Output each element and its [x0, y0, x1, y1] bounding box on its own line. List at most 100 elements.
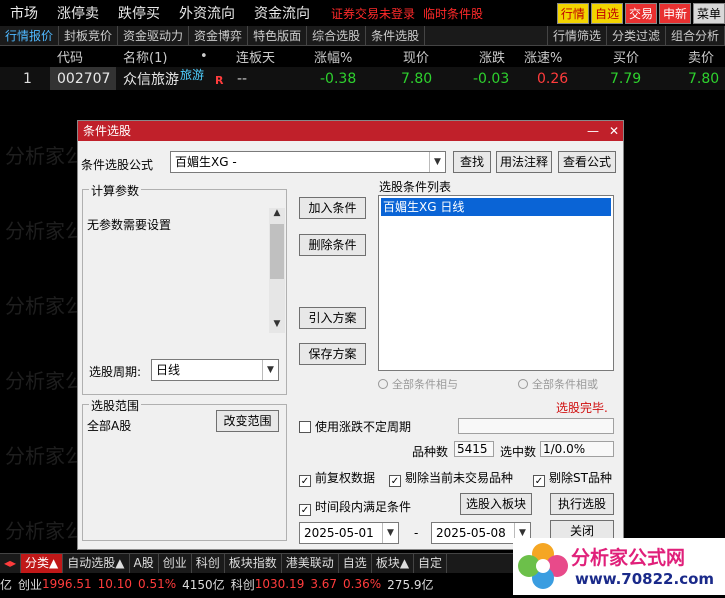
star-label: 科创 — [230, 577, 255, 592]
chevron-up-icon[interactable]: ▲ — [270, 208, 284, 222]
col-change[interactable]: 涨跌 — [479, 47, 505, 66]
trade-button[interactable]: 交易 — [624, 3, 657, 24]
bottom-tab-category[interactable]: 分类▲ — [21, 554, 64, 573]
radio-or[interactable]: 全部条件相或 — [518, 376, 598, 392]
uncertain-period-field[interactable] — [458, 418, 614, 434]
menu-foreign-flow[interactable]: 外资流向 — [169, 3, 244, 23]
ipo-button[interactable]: 申新 — [658, 3, 691, 24]
logo-text: 分析家公式网 — [571, 547, 686, 569]
params-group: 计算参数 无参数需要设置 ▲ ▼ 选股周期: 日线 ▼ — [82, 182, 287, 395]
find-button[interactable]: 查找 — [453, 151, 491, 173]
chevron-down-icon[interactable]: ▼ — [382, 523, 398, 543]
col-lianban[interactable]: 连板天 — [236, 47, 275, 66]
gem-value: 1996.51 — [42, 577, 92, 591]
tab-comprehensive-pick[interactable]: 综合选股 — [307, 25, 367, 46]
exclude-st-checkbox[interactable]: ✓ 剔除ST品种 — [533, 469, 612, 487]
nav-arrows-icon[interactable]: ◂▸ — [0, 554, 22, 573]
col-speed[interactable]: 涨速% — [524, 47, 562, 66]
tab-capital-game[interactable]: 资金博弈 — [189, 25, 249, 46]
col-ask[interactable]: 卖价 — [688, 47, 714, 66]
star-amount: 275.9亿 — [387, 577, 434, 592]
date-from-picker[interactable]: 2025-05-01 ▼ — [299, 522, 399, 544]
menu-limit-down-buy[interactable]: 跌停买 — [108, 3, 169, 23]
change-range-button[interactable]: 改变范围 — [216, 410, 279, 432]
add-condition-button[interactable]: 加入条件 — [299, 197, 366, 219]
minimize-icon[interactable]: — — [587, 121, 599, 141]
uncertain-period-label: 使用涨跌不定周期 — [315, 420, 412, 434]
condition-list[interactable]: 百媚生XG 日线 — [378, 195, 614, 371]
chevron-down-icon[interactable]: ▼ — [429, 152, 445, 172]
radio-and[interactable]: 全部条件相与 — [378, 376, 458, 392]
scroll-thumb[interactable] — [270, 224, 284, 279]
flower-logo-icon — [518, 543, 568, 589]
bottom-tab-sector-index[interactable]: 板块指数 — [225, 554, 282, 573]
bottom-tab-auto-pick[interactable]: 自动选股▲ — [63, 554, 130, 573]
col-price[interactable]: 现价 — [403, 47, 429, 66]
execute-button[interactable]: 执行选股 — [550, 493, 614, 515]
col-code[interactable]: 代码 — [57, 47, 83, 66]
tab-quote-filter[interactable]: 行情筛选 — [546, 26, 607, 46]
fuquan-checkbox[interactable]: ✓ 前复权数据 — [299, 469, 375, 487]
tab-seal-bidding[interactable]: 封板竞价 — [59, 25, 119, 46]
menu-limit-up-sell[interactable]: 涨停卖 — [47, 3, 108, 23]
table-row[interactable]: 1 002707 众信旅游 旅游 R -- -0.38 7.80 -0.03 0… — [0, 67, 725, 90]
close-icon[interactable]: ✕ — [609, 121, 619, 141]
col-bid[interactable]: 买价 — [613, 47, 639, 66]
menu-bar: 市场 涨停卖 跌停买 外资流向 资金流向 证券交易未登录 临时条件股 行情 自选… — [0, 0, 725, 26]
col-change-pct[interactable]: 涨幅% — [314, 47, 352, 66]
bottom-tab-a-share[interactable]: A股 — [130, 554, 159, 573]
bottom-tab-gem[interactable]: 创业 — [159, 554, 192, 573]
list-item[interactable]: 百媚生XG 日线 — [381, 198, 611, 216]
to-block-button[interactable]: 选股入板块 — [460, 493, 532, 515]
formula-select[interactable]: 百媚生XG - ▼ — [170, 151, 446, 173]
bottom-tab-custom[interactable]: 自定 — [414, 554, 448, 573]
col-dot[interactable]: • — [200, 49, 208, 64]
period-select[interactable]: 日线 ▼ — [151, 359, 279, 381]
range-title: 选股范围 — [89, 397, 142, 414]
view-formula-button[interactable]: 查看公式 — [558, 151, 616, 173]
bottom-tab-watchlist[interactable]: 自选 — [339, 554, 372, 573]
row-name: 众信旅游 — [123, 71, 179, 88]
list-title: 选股条件列表 — [379, 180, 452, 194]
import-scheme-button[interactable]: 引入方案 — [299, 307, 366, 329]
bottom-tab-star[interactable]: 科创 — [192, 554, 225, 573]
params-scrollbar[interactable]: ▲ ▼ — [269, 208, 285, 333]
radio-dot — [518, 379, 528, 389]
logo-url: www.70822.com — [575, 570, 715, 588]
bottom-tab-sector[interactable]: 板块▲ — [372, 554, 415, 573]
chevron-down-icon[interactable]: ▼ — [270, 319, 284, 333]
radio-or-label: 全部条件相或 — [532, 378, 598, 391]
formula-label: 条件选股公式 — [81, 158, 154, 172]
star-change: 3.67 — [310, 577, 338, 591]
login-warning: 证券交易未登录 — [331, 6, 416, 21]
period-condition-checkbox[interactable]: ✓ 时间段内满足条件 — [299, 498, 411, 516]
menu-market[interactable]: 市场 — [0, 3, 47, 23]
period-label: 选股周期: — [89, 365, 142, 379]
row-speed: 0.26 — [537, 70, 569, 87]
period-value: 日线 — [156, 363, 181, 377]
tab-category-filter[interactable]: 分类过滤 — [607, 26, 666, 46]
fuquan-label: 前复权数据 — [315, 471, 376, 485]
period-condition-label: 时间段内满足条件 — [315, 500, 412, 514]
watchlist-button[interactable]: 自选 — [590, 3, 623, 24]
chevron-down-icon[interactable]: ▼ — [262, 360, 278, 380]
usage-button[interactable]: 用法注释 — [496, 151, 552, 173]
row-change-pct: -0.38 — [320, 70, 357, 87]
quote-button[interactable]: 行情 — [556, 3, 589, 24]
delete-condition-button[interactable]: 删除条件 — [299, 234, 366, 256]
menu-capital-flow[interactable]: 资金流向 — [244, 3, 319, 23]
status-text: 选股完毕. — [556, 401, 608, 415]
col-name[interactable]: 名称(1) — [123, 47, 167, 66]
bottom-tab-hk-us[interactable]: 港美联动 — [282, 554, 339, 573]
tab-quotes[interactable]: 行情报价 — [0, 25, 60, 46]
tab-portfolio-analysis[interactable]: 组合分析 — [666, 26, 725, 46]
tab-capital-drive[interactable]: 资金驱动力 — [118, 25, 190, 46]
exclude-untraded-checkbox[interactable]: ✓ 剔除当前未交易品种 — [389, 469, 513, 487]
exclude-st-label: 剔除ST品种 — [549, 471, 612, 485]
tab-feature-layout[interactable]: 特色版面 — [248, 25, 308, 46]
tab-condition-pick[interactable]: 条件选股 — [366, 25, 426, 46]
save-scheme-button[interactable]: 保存方案 — [299, 343, 366, 365]
uncertain-period-checkbox[interactable]: 使用涨跌不定周期 — [299, 418, 411, 435]
params-title: 计算参数 — [89, 182, 142, 199]
menu-button[interactable]: 菜单 — [692, 3, 725, 24]
